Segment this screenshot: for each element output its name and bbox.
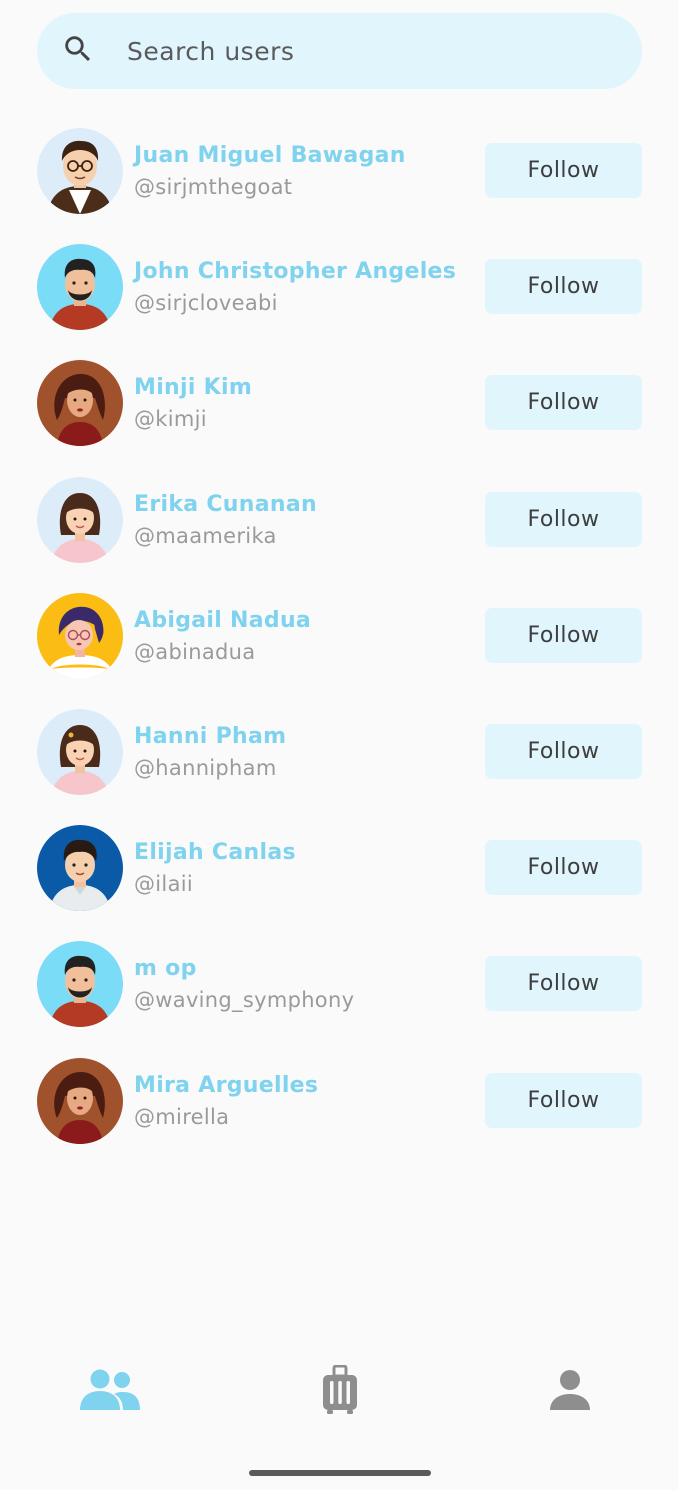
- follow-button[interactable]: Follow: [485, 259, 642, 315]
- people-icon: [80, 1369, 140, 1410]
- user-name[interactable]: Erika Cunanan: [134, 492, 317, 517]
- bottom-nav: [0, 1340, 678, 1440]
- user-handle: @waving_symphony: [134, 988, 355, 1013]
- user-handle: @maamerika: [134, 523, 277, 548]
- man-beard-avatar-icon[interactable]: [37, 941, 123, 1028]
- follow-button[interactable]: Follow: [485, 375, 642, 431]
- follow-button[interactable]: Follow: [485, 1072, 642, 1128]
- user-row[interactable]: Elijah Canlas @ilaii Follow: [0, 824, 678, 940]
- person-icon: [550, 1370, 590, 1410]
- user-handle: @mirella: [134, 1104, 230, 1129]
- follow-button[interactable]: Follow: [485, 607, 642, 663]
- user-handle: @ilaii: [134, 872, 194, 897]
- user-name[interactable]: John Christopher Angeles: [134, 259, 456, 284]
- user-name[interactable]: Minji Kim: [134, 375, 252, 400]
- woman-curly-hair-avatar-icon[interactable]: [37, 1057, 123, 1144]
- woman-glasses-avatar-icon[interactable]: [37, 592, 123, 679]
- user-name[interactable]: Hanni Pham: [134, 724, 286, 749]
- user-handle: @sirjcloveabi: [134, 291, 278, 316]
- man-beard-avatar-icon[interactable]: [37, 244, 123, 331]
- luggage-icon: [323, 1365, 357, 1414]
- search-icon: [61, 32, 95, 70]
- home-indicator[interactable]: [249, 1470, 431, 1476]
- woman-avatar-icon[interactable]: [37, 708, 123, 795]
- nav-trips-tab[interactable]: [300, 1358, 380, 1422]
- user-row[interactable]: Mira Arguelles @mirella Follow: [0, 1057, 678, 1173]
- user-row[interactable]: Juan Miguel Bawagan @sirjmthegoat Follow: [0, 127, 678, 243]
- user-handle: @sirjmthegoat: [134, 175, 293, 199]
- user-row[interactable]: Erika Cunanan @maamerika Follow: [0, 476, 678, 592]
- man-avatar-icon[interactable]: [37, 825, 123, 912]
- woman-curly-hair-avatar-icon[interactable]: [37, 360, 123, 447]
- user-row[interactable]: Minji Kim @kimji Follow: [0, 359, 678, 475]
- follow-button[interactable]: Follow: [485, 723, 642, 779]
- user-name[interactable]: m op: [134, 956, 197, 981]
- user-name[interactable]: Juan Miguel Bawagan: [134, 143, 406, 168]
- user-handle: @hannipham: [134, 755, 277, 780]
- user-handle: @abinadua: [134, 639, 256, 664]
- follow-button[interactable]: Follow: [485, 840, 642, 896]
- user-list: Juan Miguel Bawagan @sirjmthegoat Follow…: [0, 127, 678, 1173]
- user-row[interactable]: Hanni Pham @hannipham Follow: [0, 708, 678, 824]
- user-name[interactable]: Elijah Canlas: [134, 840, 296, 865]
- search-bar[interactable]: [37, 13, 642, 89]
- follow-button[interactable]: Follow: [485, 956, 642, 1012]
- nav-users-tab[interactable]: [70, 1358, 150, 1422]
- user-name[interactable]: Abigail Nadua: [134, 608, 311, 633]
- follow-button[interactable]: Follow: [485, 143, 642, 198]
- search-input[interactable]: [125, 35, 549, 67]
- nav-profile-tab[interactable]: [530, 1358, 610, 1422]
- follow-button[interactable]: Follow: [485, 491, 642, 547]
- user-handle: @kimji: [134, 407, 207, 432]
- user-name[interactable]: Mira Arguelles: [134, 1073, 318, 1098]
- woman-avatar-icon[interactable]: [37, 476, 123, 563]
- user-row[interactable]: m op @waving_symphony Follow: [0, 940, 678, 1056]
- man-glasses-avatar-icon[interactable]: [37, 128, 123, 214]
- user-row[interactable]: John Christopher Angeles @sirjcloveabi F…: [0, 243, 678, 359]
- user-row[interactable]: Abigail Nadua @abinadua Follow: [0, 592, 678, 708]
